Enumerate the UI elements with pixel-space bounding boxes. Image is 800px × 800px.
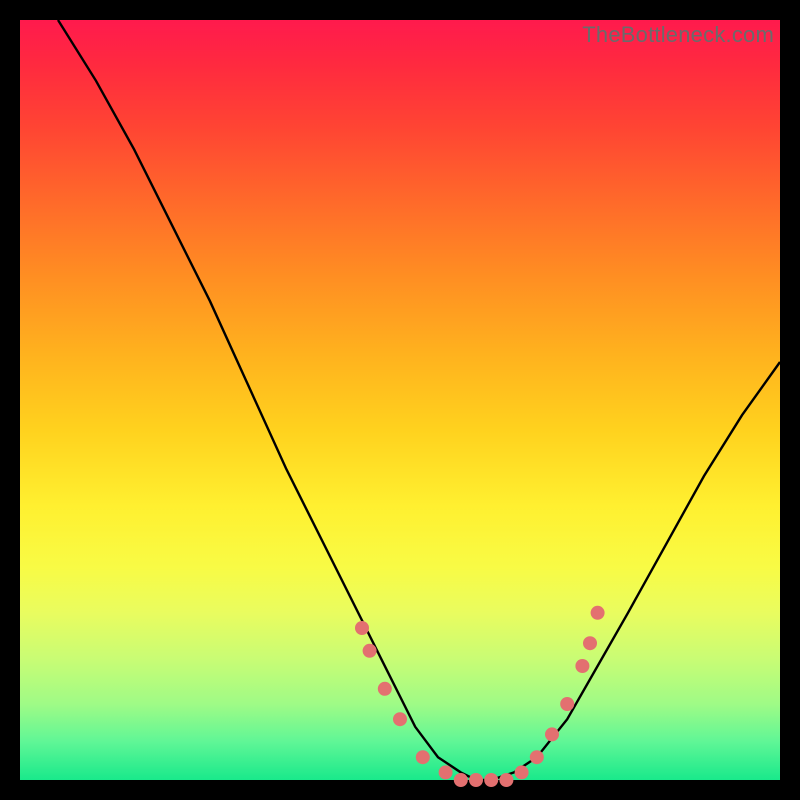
highlight-dot — [416, 750, 430, 764]
highlight-dot — [499, 773, 513, 787]
highlight-dot — [393, 712, 407, 726]
highlight-dot — [355, 621, 369, 635]
highlight-dot — [560, 697, 574, 711]
chart-frame: TheBottleneck.com — [20, 20, 780, 780]
highlight-dots-group — [355, 606, 605, 787]
highlight-dot — [545, 727, 559, 741]
highlight-dot — [454, 773, 468, 787]
highlight-dot — [583, 636, 597, 650]
highlight-dot — [363, 644, 377, 658]
bottleneck-curve — [58, 20, 780, 780]
highlight-dot — [469, 773, 483, 787]
highlight-dot — [530, 750, 544, 764]
highlight-dot — [575, 659, 589, 673]
highlight-dot — [591, 606, 605, 620]
highlight-dot — [515, 765, 529, 779]
chart-svg — [20, 20, 780, 780]
highlight-dot — [439, 765, 453, 779]
highlight-dot — [378, 682, 392, 696]
highlight-dot — [484, 773, 498, 787]
